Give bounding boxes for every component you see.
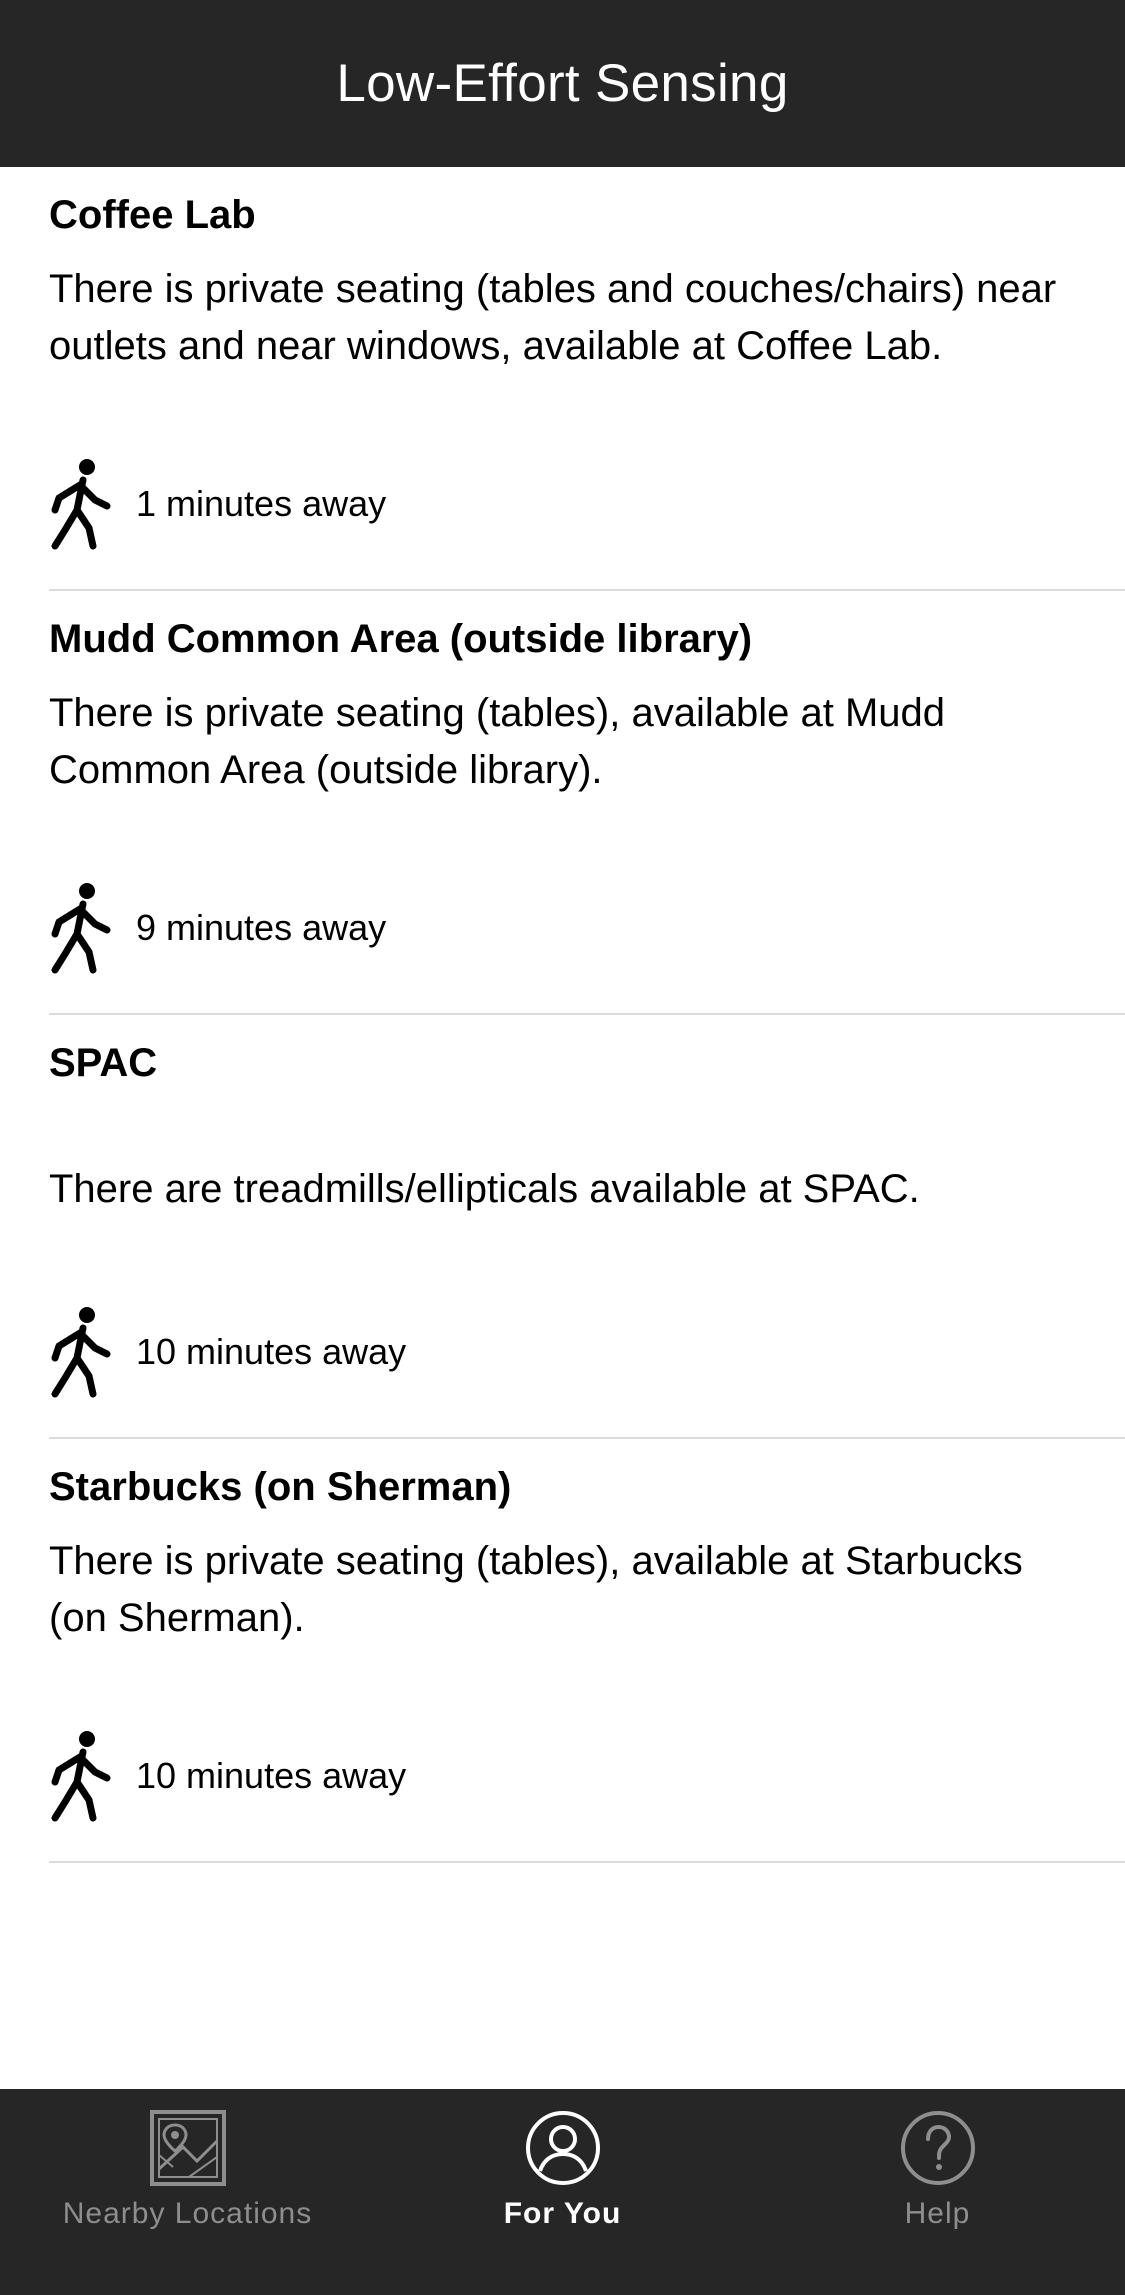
tab-for-you[interactable]: For You xyxy=(375,2089,750,2295)
walking-person-icon xyxy=(49,458,111,550)
tab-label: Nearby Locations xyxy=(62,2197,313,2230)
walking-person-icon xyxy=(49,882,111,974)
tab-help[interactable]: Help xyxy=(750,2089,1125,2295)
location-title: Mudd Common Area (outside library) xyxy=(49,617,753,661)
tab-label: For You xyxy=(503,2197,622,2230)
location-title: Starbucks (on Sherman) xyxy=(49,1465,512,1509)
location-description: There are treadmills/ellipticals availab… xyxy=(49,1167,920,1211)
tab-nearby-locations[interactable]: Nearby Locations xyxy=(0,2089,375,2295)
walking-person-icon xyxy=(49,1730,111,1822)
distance-label: 10 minutes away xyxy=(136,1755,407,1796)
location-description: There is private seating (tables), avail… xyxy=(49,1539,1023,1640)
location-title: SPAC xyxy=(49,1041,158,1085)
divider xyxy=(49,1861,1125,1863)
location-title: Coffee Lab xyxy=(49,193,256,237)
distance-label: 1 minutes away xyxy=(136,483,387,524)
map-icon xyxy=(149,2109,227,2187)
recommendation-list[interactable]: Coffee Lab There is private seating (tab… xyxy=(0,167,1125,2089)
distance-label: 10 minutes away xyxy=(136,1331,407,1372)
walking-person-icon xyxy=(49,1306,111,1398)
question-circle-icon xyxy=(899,2109,977,2187)
list-item[interactable]: Mudd Common Area (outside library) There… xyxy=(0,591,1125,1015)
list-item[interactable]: Coffee Lab There is private seating (tab… xyxy=(0,167,1125,591)
list-item[interactable]: Starbucks (on Sherman) There is private … xyxy=(0,1439,1125,1863)
tab-label: Help xyxy=(904,2197,971,2230)
distance-label: 9 minutes away xyxy=(136,907,387,948)
user-circle-icon xyxy=(524,2109,602,2187)
navigation-bar: Low-Effort Sensing xyxy=(0,0,1125,167)
location-description: There is private seating (tables), avail… xyxy=(49,691,946,792)
tab-bar: Nearby Locations For You Help xyxy=(0,2089,1125,2295)
list-item[interactable]: SPAC There are treadmills/ellipticals av… xyxy=(0,1015,1125,1439)
page-title: Low-Effort Sensing xyxy=(336,54,789,113)
location-description: There is private seating (tables and cou… xyxy=(49,267,1057,368)
